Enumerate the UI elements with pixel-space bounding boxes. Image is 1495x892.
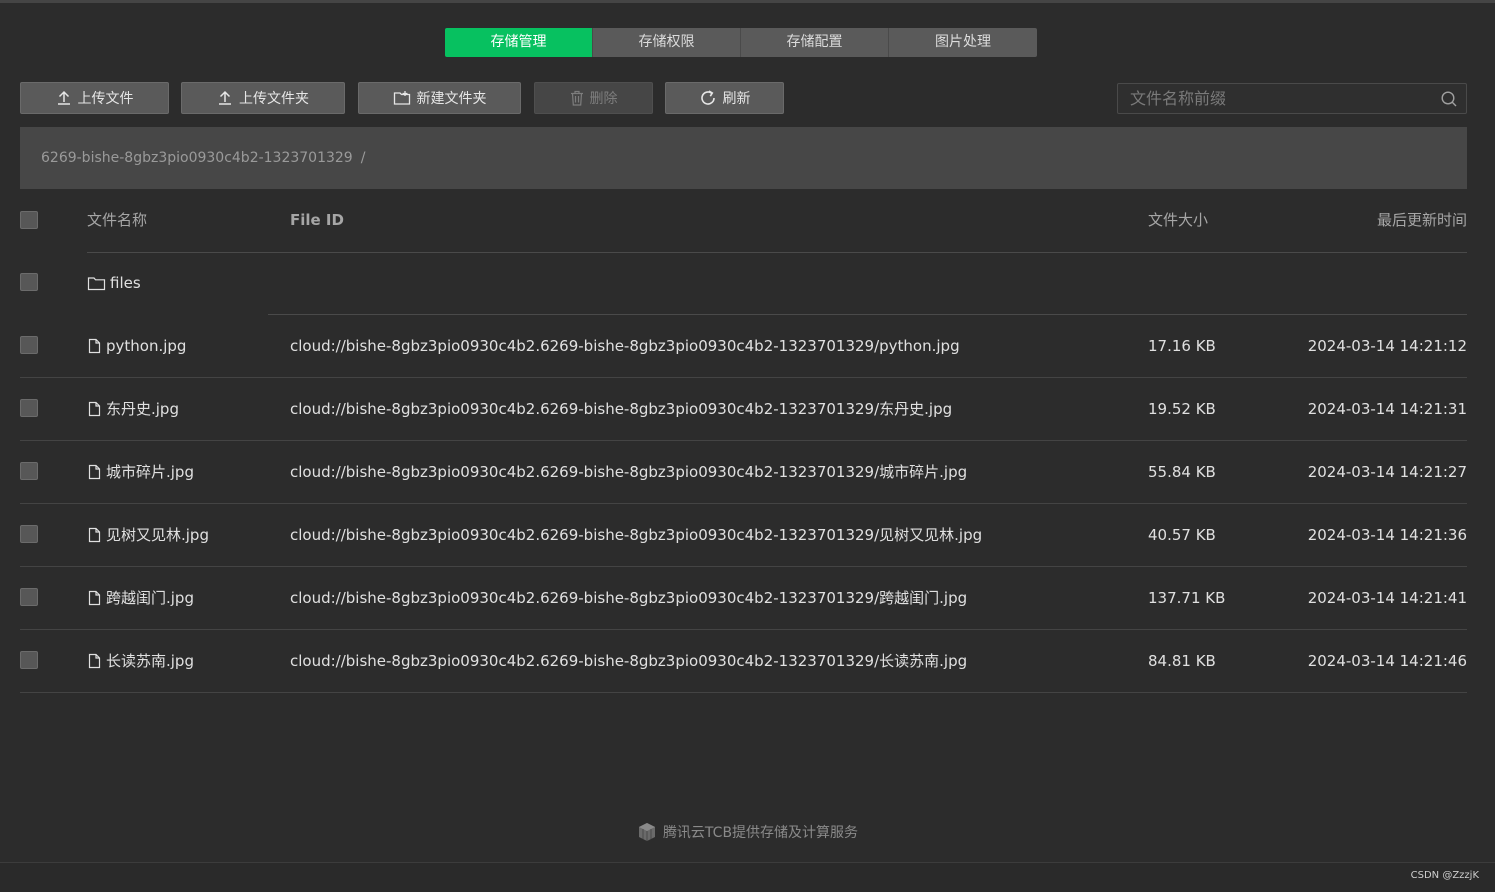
row-checkbox[interactable] <box>20 525 38 543</box>
table-row: 见树又见林.jpg cloud://bishe-8gbz3pio0930c4b2… <box>20 504 1467 567</box>
table-row: 东丹史.jpg cloud://bishe-8gbz3pio0930c4b2.6… <box>20 378 1467 441</box>
file-icon <box>88 527 101 543</box>
file-id-cell: cloud://bishe-8gbz3pio0930c4b2.6269-bish… <box>290 337 960 355</box>
upload-file-button[interactable]: 上传文件 <box>20 82 169 114</box>
bottom-status-bar <box>0 862 1495 892</box>
footer: 腾讯云TCB提供存储及计算服务 <box>0 822 1495 842</box>
row-checkbox[interactable] <box>20 651 38 669</box>
upload-folder-button[interactable]: 上传文件夹 <box>181 82 345 114</box>
file-id-cell: cloud://bishe-8gbz3pio0930c4b2.6269-bish… <box>290 589 968 607</box>
file-id-cell: cloud://bishe-8gbz3pio0930c4b2.6269-bish… <box>290 400 953 418</box>
new-folder-label: 新建文件夹 <box>416 91 487 107</box>
file-id-cell: cloud://bishe-8gbz3pio0930c4b2.6269-bish… <box>290 652 968 670</box>
row-checkbox[interactable] <box>20 462 38 480</box>
name-cell: 跨越闺门.jpg <box>87 567 194 629</box>
table-row: 长读苏南.jpg cloud://bishe-8gbz3pio0930c4b2.… <box>20 630 1467 693</box>
top-border <box>0 0 1495 3</box>
column-header-file-id: File ID <box>290 211 344 229</box>
tab-bar: 存储管理 存储权限 存储配置 图片处理 <box>445 28 1037 57</box>
tab-storage-management[interactable]: 存储管理 <box>445 28 593 57</box>
table-row: 跨越闺门.jpg cloud://bishe-8gbz3pio0930c4b2.… <box>20 567 1467 630</box>
new-folder-button[interactable]: 新建文件夹 <box>358 82 521 114</box>
footer-text: 腾讯云TCB提供存储及计算服务 <box>662 825 859 841</box>
updated-time-cell: 2024-03-14 14:21:46 <box>1307 652 1467 670</box>
updated-time-cell: 2024-03-14 14:21:12 <box>1307 337 1467 355</box>
table-row: python.jpg cloud://bishe-8gbz3pio0930c4b… <box>20 315 1467 378</box>
search-icon[interactable] <box>1440 90 1458 108</box>
select-all-checkbox[interactable] <box>20 211 38 229</box>
updated-time-cell: 2024-03-14 14:21:41 <box>1307 589 1467 607</box>
file-id-cell: cloud://bishe-8gbz3pio0930c4b2.6269-bish… <box>290 526 983 544</box>
upload-file-label: 上传文件 <box>77 91 134 107</box>
column-header-updated: 最后更新时间 <box>1376 211 1467 229</box>
watermark-credit: CSDN @ZzzjK <box>1410 870 1479 881</box>
breadcrumb-bucket[interactable]: 6269-bishe-8gbz3pio0930c4b2-1323701329 <box>41 150 353 166</box>
file-size-cell: 40.57 KB <box>1148 526 1216 544</box>
file-name-link[interactable]: 城市碎片.jpg <box>106 441 194 503</box>
column-header-size: 文件大小 <box>1148 211 1209 229</box>
file-table: 文件名称 File ID 文件大小 最后更新时间 files python.jp… <box>20 189 1467 693</box>
file-icon <box>88 590 101 606</box>
table-header: 文件名称 File ID 文件大小 最后更新时间 <box>20 189 1467 253</box>
tab-storage-config[interactable]: 存储配置 <box>741 28 889 57</box>
tab-image-processing[interactable]: 图片处理 <box>889 28 1037 57</box>
name-cell: files <box>87 252 141 314</box>
file-name-link[interactable]: 跨越闺门.jpg <box>106 567 194 629</box>
file-icon <box>88 464 101 480</box>
refresh-button[interactable]: 刷新 <box>665 82 784 114</box>
name-cell: 东丹史.jpg <box>87 378 179 440</box>
name-cell: 长读苏南.jpg <box>87 630 194 692</box>
trash-icon <box>570 90 583 106</box>
refresh-label: 刷新 <box>722 91 751 107</box>
file-size-cell: 17.16 KB <box>1148 337 1216 355</box>
upload-folder-label: 上传文件夹 <box>239 91 309 107</box>
name-cell: python.jpg <box>87 315 186 377</box>
updated-time-cell: 2024-03-14 14:21:31 <box>1307 400 1467 418</box>
file-size-cell: 84.81 KB <box>1148 652 1216 670</box>
file-icon <box>88 653 101 669</box>
folder-icon <box>87 277 106 291</box>
updated-time-cell: 2024-03-14 14:21:27 <box>1307 463 1467 481</box>
file-name-link[interactable]: 长读苏南.jpg <box>106 630 194 692</box>
file-size-cell: 137.71 KB <box>1148 589 1226 607</box>
row-checkbox[interactable] <box>20 336 38 354</box>
breadcrumb: 6269-bishe-8gbz3pio0930c4b2-1323701329 / <box>20 127 1467 189</box>
upload-icon <box>219 90 231 105</box>
tencent-cloud-cube-icon <box>638 823 655 841</box>
updated-time-cell: 2024-03-14 14:21:36 <box>1307 526 1467 544</box>
table-row[interactable]: files <box>20 252 1467 315</box>
tab-storage-permissions[interactable]: 存储权限 <box>593 28 741 57</box>
delete-button[interactable]: 删除 <box>534 82 653 114</box>
file-icon <box>88 338 101 354</box>
file-name-link[interactable]: 见树又见林.jpg <box>106 504 209 566</box>
row-checkbox[interactable] <box>20 273 38 291</box>
upload-icon <box>57 90 70 105</box>
breadcrumb-separator: / <box>360 150 366 166</box>
refresh-icon <box>700 90 715 105</box>
column-header-name: 文件名称 <box>87 211 148 229</box>
file-name-link[interactable]: python.jpg <box>106 315 186 377</box>
file-size-cell: 19.52 KB <box>1148 400 1216 418</box>
name-cell: 城市碎片.jpg <box>87 441 194 503</box>
folder-name-link[interactable]: files <box>110 252 141 314</box>
row-checkbox[interactable] <box>20 588 38 606</box>
search-input[interactable] <box>1118 84 1442 113</box>
search-box <box>1117 83 1467 114</box>
folder-plus-icon <box>393 91 410 105</box>
row-checkbox[interactable] <box>20 399 38 417</box>
file-id-cell: cloud://bishe-8gbz3pio0930c4b2.6269-bish… <box>290 463 968 481</box>
delete-label: 删除 <box>589 91 618 107</box>
file-icon <box>88 401 101 417</box>
table-row: 城市碎片.jpg cloud://bishe-8gbz3pio0930c4b2.… <box>20 441 1467 504</box>
file-name-link[interactable]: 东丹史.jpg <box>106 378 179 440</box>
name-cell: 见树又见林.jpg <box>87 504 209 566</box>
file-size-cell: 55.84 KB <box>1148 463 1216 481</box>
